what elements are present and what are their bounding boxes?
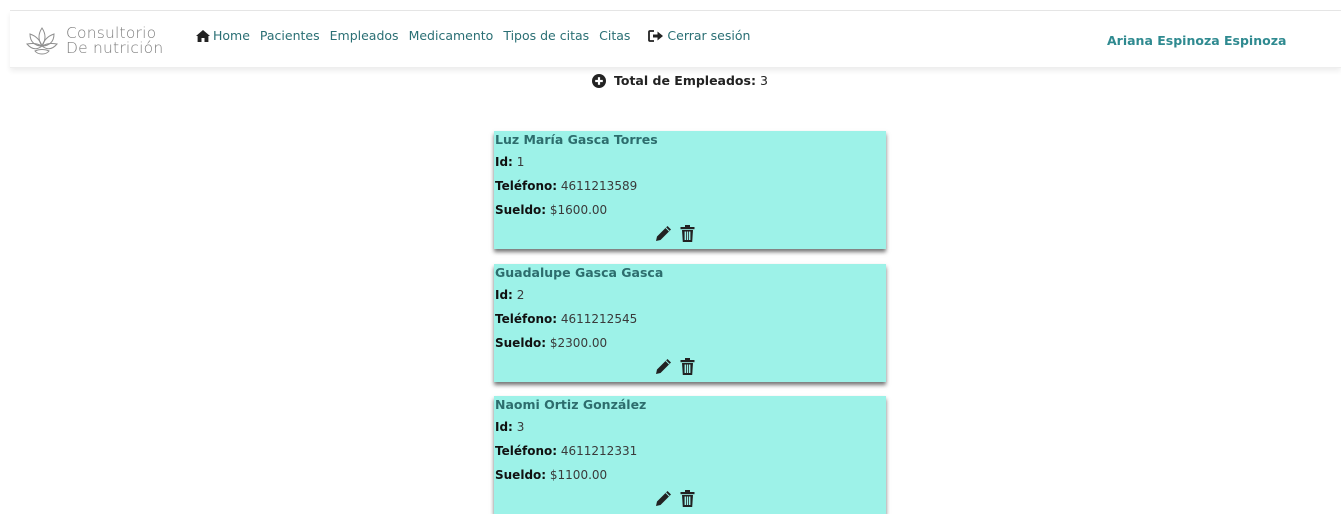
employee-name: Luz María Gasca Torres <box>495 132 658 147</box>
nav-home[interactable]: Home <box>196 28 250 43</box>
phone-value: 4611212331 <box>560 444 638 458</box>
id-label: Id: <box>495 288 513 302</box>
edit-button[interactable] <box>655 225 672 245</box>
brand-line-2: De nutrición <box>66 39 164 57</box>
total-label: Total de Empleados: <box>614 73 756 88</box>
id-label: Id: <box>495 420 513 434</box>
delete-button[interactable] <box>680 490 695 510</box>
card-actions <box>655 358 703 378</box>
pencil-icon <box>656 226 671 241</box>
card-actions <box>655 225 703 245</box>
employee-salary: Sueldo: $2300.00 <box>495 336 607 350</box>
nav-citas-label: Citas <box>599 28 631 43</box>
employee-total: Total de Empleados: 3 <box>592 73 768 88</box>
employee-phone: Teléfono: 4611212331 <box>495 444 637 458</box>
edit-button[interactable] <box>655 490 672 510</box>
edit-button[interactable] <box>655 358 672 378</box>
trash-icon <box>680 490 695 507</box>
lotus-icon <box>26 27 58 55</box>
employee-phone: Teléfono: 4611212545 <box>495 312 637 326</box>
salary-label: Sueldo: <box>495 203 547 217</box>
phone-label: Teléfono: <box>495 444 558 458</box>
phone-value: 4611212545 <box>560 312 638 326</box>
card-actions <box>655 490 703 510</box>
phone-label: Teléfono: <box>495 312 558 326</box>
employee-id: Id: 2 <box>495 288 524 302</box>
employee-id: Id: 3 <box>495 420 524 434</box>
employee-id: Id: 1 <box>495 155 524 169</box>
employee-salary: Sueldo: $1600.00 <box>495 203 607 217</box>
id-value: 1 <box>516 155 525 169</box>
employee-card: Naomi Ortiz González Id: 3 Teléfono: 461… <box>494 396 886 514</box>
employee-phone: Teléfono: 4611213589 <box>495 179 637 193</box>
employee-salary: Sueldo: $1100.00 <box>495 468 607 482</box>
id-value: 3 <box>516 420 525 434</box>
pencil-icon <box>656 359 671 374</box>
delete-button[interactable] <box>680 225 695 245</box>
nav-empleados[interactable]: Empleados <box>330 28 399 43</box>
employee-card: Guadalupe Gasca Gasca Id: 2 Teléfono: 46… <box>494 264 886 382</box>
id-value: 2 <box>516 288 525 302</box>
employee-name: Guadalupe Gasca Gasca <box>495 265 664 280</box>
salary-label: Sueldo: <box>495 468 547 482</box>
total-count: 3 <box>759 73 768 88</box>
trash-icon <box>680 225 695 242</box>
employee-name: Naomi Ortiz González <box>495 397 647 412</box>
main-nav: Home Pacientes Empleados Medicamento Tip… <box>196 28 760 43</box>
id-label: Id: <box>495 155 513 169</box>
nav-pacientes-label: Pacientes <box>259 28 320 43</box>
brand-text: Consultorio De nutrición <box>66 25 164 57</box>
sign-out-icon <box>648 29 664 42</box>
nav-medicamento[interactable]: Medicamento <box>409 28 494 43</box>
employee-card: Luz María Gasca Torres Id: 1 Teléfono: 4… <box>494 131 886 249</box>
delete-button[interactable] <box>680 358 695 378</box>
salary-value: $2300.00 <box>549 336 608 350</box>
phone-value: 4611213589 <box>560 179 638 193</box>
user-name[interactable]: Ariana Espinoza Espinoza <box>1107 33 1286 48</box>
salary-value: $1100.00 <box>549 468 608 482</box>
nav-medicamento-label: Medicamento <box>408 28 494 43</box>
pencil-icon <box>656 491 671 506</box>
salary-label: Sueldo: <box>495 336 547 350</box>
nav-citas[interactable]: Citas <box>599 28 630 43</box>
nav-empleados-label: Empleados <box>329 28 399 43</box>
trash-icon <box>680 358 695 375</box>
home-icon <box>196 29 210 42</box>
phone-label: Teléfono: <box>495 179 558 193</box>
nav-cerrar-sesion-label: Cerrar sesión <box>667 28 751 43</box>
salary-value: $1600.00 <box>549 203 608 217</box>
nav-home-label: Home <box>213 28 250 43</box>
plus-circle-icon[interactable] <box>592 73 606 88</box>
nav-cerrar-sesion[interactable]: Cerrar sesión <box>648 28 750 43</box>
nav-tipos-de-citas[interactable]: Tipos de citas <box>503 28 589 43</box>
navbar: Consultorio De nutrición Home Pacientes … <box>10 11 1341 68</box>
nav-tipos-de-citas-label: Tipos de citas <box>503 28 590 43</box>
nav-pacientes[interactable]: Pacientes <box>260 28 320 43</box>
brand[interactable]: Consultorio De nutrición <box>24 24 163 58</box>
